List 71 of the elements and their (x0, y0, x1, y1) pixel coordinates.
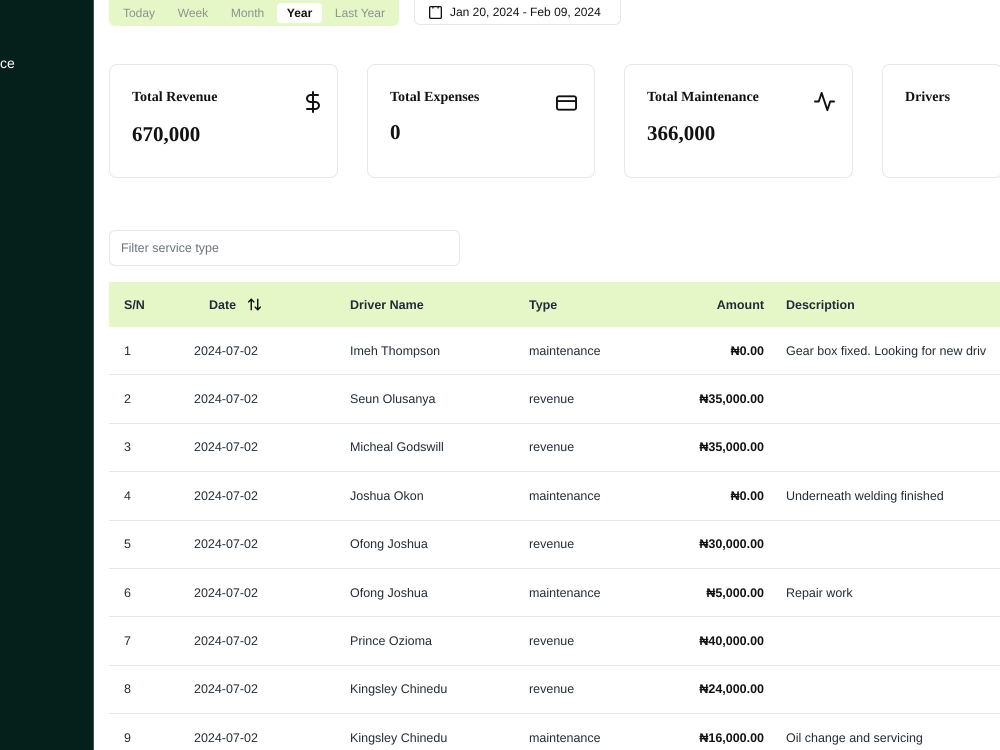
table-cell: ₦24,000.00 (699, 682, 764, 696)
calendar-icon (429, 6, 442, 18)
table-cell: 2024-07-02 (194, 488, 258, 503)
table-cell: revenue (529, 392, 574, 406)
stat-card-title: Total Revenue (132, 89, 218, 107)
column-header: Amount (716, 298, 764, 312)
table-cell: Joshua Okon (350, 488, 424, 503)
table-cell: ₦35,000.00 (699, 392, 764, 406)
table-cell: revenue (529, 537, 574, 552)
stat-card-value: 0 (390, 120, 400, 144)
credit-card-icon (556, 95, 577, 111)
date-range-picker[interactable]: Jan 20, 2024 - Feb 09, 2024 (414, 0, 621, 25)
table-cell: maintenance (529, 730, 601, 745)
table-cell: 4 (124, 488, 131, 503)
table-cell: 2 (124, 392, 131, 406)
pulse-icon (814, 91, 835, 112)
table-cell: Gear box fixed. Looking for new driv (786, 344, 986, 358)
table-cell: 1 (124, 344, 131, 358)
period-tab[interactable]: Year (276, 3, 322, 23)
table-cell: 2024-07-02 (194, 440, 258, 454)
table-cell: Kingsley Chinedu (350, 682, 448, 696)
column-header[interactable]: Date (209, 298, 236, 312)
table-cell: 2024-07-02 (194, 634, 258, 648)
sort-icon[interactable] (248, 298, 262, 311)
table-cell: 2024-07-02 (194, 730, 258, 745)
table-cell: ₦16,000.00 (699, 730, 764, 745)
table-cell: Imeh Thompson (350, 344, 440, 358)
table-cell: 2024-07-02 (194, 392, 258, 406)
table-cell: 6 (124, 586, 131, 600)
stat-card-value: 670,000 (132, 122, 200, 146)
stat-card-title: Total Expenses (390, 89, 480, 107)
table-cell: ₦30,000.00 (699, 537, 764, 552)
table-cell: Prince Ozioma (350, 634, 432, 648)
table-cell: Ofong Joshua (350, 586, 428, 600)
table-cell: 2024-07-02 (194, 586, 258, 600)
table-cell: 2024-07-02 (194, 682, 258, 696)
column-header: S/N (124, 298, 145, 312)
table-cell: ₦0.00 (730, 488, 764, 503)
table-cell: 2024-07-02 (194, 344, 258, 358)
table-cell: Underneath welding finished (786, 488, 944, 503)
column-header: Description (786, 298, 855, 312)
column-header: Type (529, 298, 558, 312)
table-cell: 2024-07-02 (194, 537, 258, 552)
table-cell: 7 (124, 634, 131, 648)
column-header: Driver Name (350, 298, 424, 312)
table-cell: maintenance (529, 586, 601, 600)
table-cell: maintenance (529, 344, 601, 358)
table-cell: ₦40,000.00 (699, 634, 764, 648)
table-cell: 9 (124, 730, 131, 745)
stat-card-title: Drivers (905, 89, 950, 107)
stat-card-value: 366,000 (647, 121, 716, 145)
table-cell: Ofong Joshua (350, 537, 428, 552)
stat-card-title: Total Maintenance (647, 89, 759, 107)
table-cell: Seun Olusanya (350, 392, 436, 406)
table-cell: 8 (124, 682, 131, 696)
dollar-icon (306, 91, 320, 113)
table-cell: revenue (529, 440, 574, 454)
table-cell: 5 (124, 537, 131, 552)
table-cell: ₦0.00 (730, 344, 764, 358)
table-cell: Oil change and servicing (786, 730, 923, 745)
table-cell: revenue (529, 634, 574, 648)
filter-input[interactable]: Filter service type (109, 230, 460, 266)
table-cell: ₦5,000.00 (706, 586, 764, 600)
table-cell: Kingsley Chinedu (350, 730, 448, 745)
table-cell: maintenance (529, 488, 601, 503)
table-cell: revenue (529, 682, 574, 696)
table-cell: Micheal Godswill (350, 440, 444, 454)
sidebar-item[interactable]: ce (0, 55, 15, 71)
table-cell: ₦35,000.00 (699, 440, 764, 454)
table-cell: Repair work (786, 586, 853, 600)
table-cell: 3 (124, 440, 131, 454)
